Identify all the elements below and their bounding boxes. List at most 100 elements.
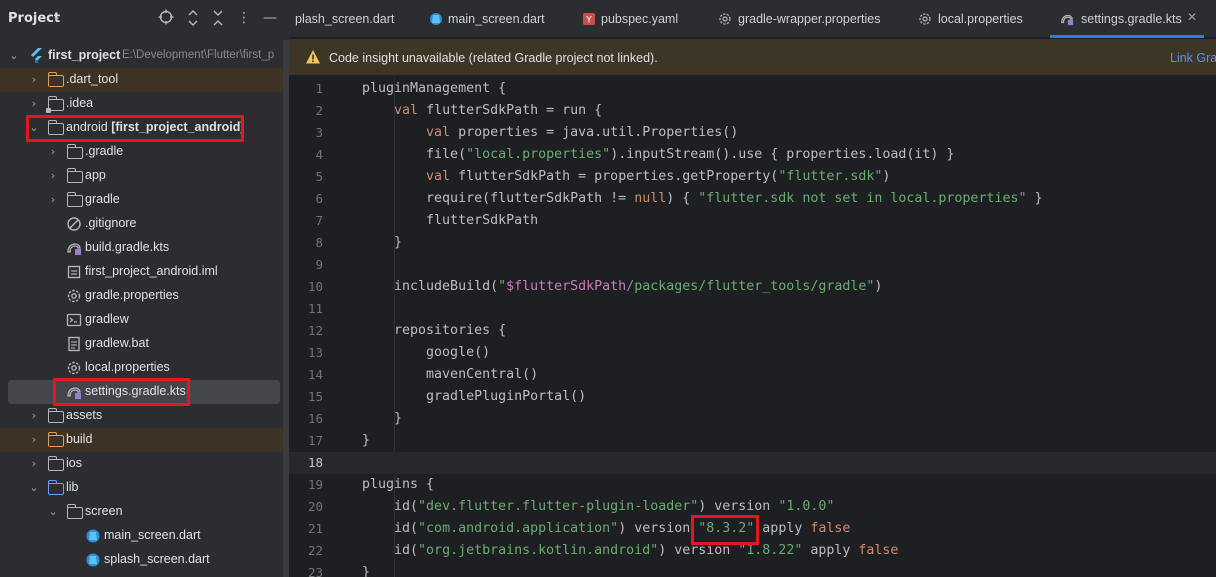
line-number: 11 (307, 301, 323, 316)
expand-all-icon[interactable] (185, 9, 201, 27)
code-line: 5 val flutterSdkPath = properties.getPro… (289, 166, 1216, 188)
minimize-icon[interactable]: — (262, 9, 278, 27)
tree-item-gradle[interactable]: › gradle (0, 188, 289, 212)
locate-icon[interactable] (158, 9, 174, 27)
tab-main-screen-dart[interactable]: main_screen.dart (419, 0, 559, 38)
terminal-icon (66, 312, 82, 328)
chevron-down-icon[interactable]: ⌄ (27, 476, 41, 500)
tab-splash-screen-dart[interactable]: plash_screen.dart (289, 0, 409, 38)
tree-item-gitignore[interactable]: .gitignore (0, 212, 289, 236)
code-text: } (362, 411, 403, 426)
chevron-right-icon[interactable]: › (27, 404, 41, 428)
chevron-right-icon[interactable]: › (27, 428, 41, 452)
tab-label: main_screen.dart (448, 12, 545, 26)
tree-item-splash-screen-dart[interactable]: splash_screen.dart (0, 548, 289, 572)
tree-item-label: build.gradle.kts (85, 240, 170, 254)
tab-local-properties[interactable]: local.properties (912, 0, 1032, 38)
line-number: 7 (315, 213, 323, 228)
folder-icon (47, 408, 64, 423)
tree-item-gradlew-bat[interactable]: gradlew.bat (0, 332, 289, 356)
code-area[interactable]: 1 pluginManagement { 2 val flutterSdkPath… (289, 78, 1216, 577)
folder-icon (47, 456, 64, 471)
tree-item-label: screen (85, 504, 123, 518)
code-line: 16 } (289, 408, 1216, 430)
tree-item-label: .idea (66, 96, 94, 110)
code-line: 2 val flutterSdkPath = run { (289, 100, 1216, 122)
tab-gradle-wrapper-properties[interactable]: gradle-wrapper.properties (711, 0, 889, 38)
line-number: 13 (307, 345, 323, 360)
gear-icon (66, 360, 82, 376)
folder-icon (66, 504, 83, 519)
gear-icon (918, 12, 932, 26)
chevron-right-icon[interactable]: › (27, 452, 41, 476)
tab-label: gradle-wrapper.properties (738, 12, 881, 26)
svg-text:Y: Y (585, 16, 592, 26)
tree-item-build-gradle-kts[interactable]: build.gradle.kts (0, 236, 289, 260)
line-number: 18 (307, 455, 323, 470)
code-line-current: 18 (289, 452, 1216, 474)
tree-item-gradlew[interactable]: gradlew (0, 308, 289, 332)
tree-item-local-properties[interactable]: local.properties (0, 356, 289, 380)
tree-item-app[interactable]: › app (0, 164, 289, 188)
chevron-down-icon[interactable]: ⌄ (7, 44, 21, 68)
link-gradle-project-link[interactable]: Link Grac (1170, 51, 1216, 65)
tree-item-label: .dart_tool (66, 72, 119, 86)
tree-item-main-screen-dart[interactable]: main_screen.dart (0, 524, 289, 548)
tree-item-label: local.properties (85, 360, 170, 374)
tree-item-idea[interactable]: › .idea (0, 92, 289, 116)
iml-file-icon (66, 264, 82, 280)
tree-item-ios[interactable]: › ios (0, 452, 289, 476)
tree-item-dart-tool[interactable]: › .dart_tool (0, 68, 289, 92)
tree-item-label: assets (66, 408, 103, 422)
more-options-icon[interactable]: ⋮ (236, 9, 252, 27)
tree-item-dot-gradle[interactable]: › .gradle (0, 140, 289, 164)
tree-item-assets[interactable]: › assets (0, 404, 289, 428)
line-number: 8 (315, 235, 323, 250)
code-line: 12 repositories { (289, 320, 1216, 342)
chevron-right-icon[interactable]: › (27, 92, 41, 116)
code-line: 23} (289, 562, 1216, 577)
tree-item-first-project[interactable]: ⌄ first_project E:\Development\Flutter\f… (0, 44, 289, 68)
chevron-right-icon[interactable]: › (46, 140, 60, 164)
collapse-all-icon[interactable] (210, 9, 226, 27)
line-number: 19 (307, 477, 323, 492)
code-line: 8 } (289, 232, 1216, 254)
code-line: 17} (289, 430, 1216, 452)
chevron-down-icon[interactable]: ⌄ (52, 10, 61, 23)
tree-item-screen[interactable]: ⌄ screen (0, 500, 289, 524)
code-text: plugins { (362, 477, 435, 492)
line-number: 14 (307, 367, 323, 382)
code-text: repositories { (362, 323, 507, 338)
tree-item-lib[interactable]: ⌄ lib (0, 476, 289, 500)
code-line: 11 (289, 298, 1216, 320)
tab-settings-gradle-kts[interactable]: settings.gradle.kts ✕ (1050, 0, 1204, 38)
code-text: } (362, 565, 371, 577)
tree-item-label: build (66, 432, 93, 446)
line-number: 3 (315, 125, 323, 140)
chevron-down-icon[interactable]: ⌄ (46, 500, 60, 524)
tree-item-label: first_project_android.iml (85, 264, 218, 278)
file-icon (66, 336, 82, 352)
project-panel-header: Project ⌄ ⋮ — (0, 0, 289, 38)
chevron-right-icon[interactable]: › (46, 188, 60, 212)
tree-item-label: lib (66, 480, 79, 494)
tree-item-build[interactable]: › build (0, 428, 289, 452)
line-number: 15 (307, 389, 323, 404)
line-number: 2 (315, 103, 323, 118)
chevron-right-icon[interactable]: › (27, 68, 41, 92)
close-icon[interactable]: ✕ (1187, 10, 1197, 24)
chevron-right-icon[interactable]: › (46, 164, 60, 188)
code-text: val flutterSdkPath = run { (394, 103, 603, 118)
code-text-1: pluginManagement { (362, 81, 507, 96)
yaml-icon: Y (582, 12, 596, 26)
gradle-icon (1060, 12, 1074, 26)
tree-item-gradle-properties[interactable]: gradle.properties (0, 284, 289, 308)
tab-pubspec-yaml[interactable]: Y pubspec.yaml (574, 0, 689, 38)
line-number: 21 (307, 521, 323, 536)
tab-label: settings.gradle.kts (1081, 12, 1182, 26)
code-line: 9 (289, 254, 1216, 276)
code-line: 15 gradlePluginPortal() (289, 386, 1216, 408)
code-text: id("dev.flutter.flutter-plugin-loader") … (362, 499, 835, 514)
dart-icon (85, 552, 101, 568)
tree-item-iml[interactable]: first_project_android.iml (0, 260, 289, 284)
